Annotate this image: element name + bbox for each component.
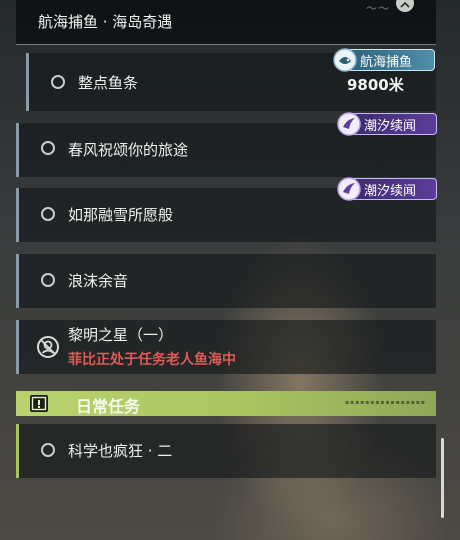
quest-item[interactable]: 黎明之星（一） 菲比正处于任务老人鱼海中	[16, 320, 436, 374]
quest-status-circle-icon	[41, 273, 55, 287]
quest-label: 整点鱼条	[78, 74, 139, 92]
quest-label: 浪沫余音	[68, 272, 129, 290]
quest-item-marker	[16, 123, 19, 177]
daily-quests-label: 日常任务	[76, 397, 141, 416]
quest-item-marker	[16, 320, 19, 374]
tidal-echo-icon	[337, 177, 361, 201]
quest-group-header[interactable]: 航海捕鱼 · 海岛奇遇 ～～	[16, 0, 436, 45]
scrollbar-thumb[interactable]	[441, 438, 444, 518]
daily-quests-header[interactable]: 日常任务 ▪▪▪▪▪▪▪▪▪▪▪▪▪▪▪▪	[16, 391, 436, 416]
quest-blocked-icon	[37, 336, 59, 358]
collapse-icon[interactable]	[396, 0, 414, 12]
daily-header-decoration: ▪▪▪▪▪▪▪▪▪▪▪▪▪▪▪▪	[344, 399, 426, 406]
quest-distance: 9800米	[347, 76, 404, 94]
quest-label: 科学也疯狂 · 二	[68, 442, 173, 460]
quest-tag-badge: 潮汐续闻	[337, 112, 437, 136]
tidal-echo-icon	[337, 112, 361, 136]
quest-item-marker	[16, 188, 19, 242]
quest-tag-label: 潮汐续闻	[364, 183, 417, 199]
quest-item[interactable]: 浪沫余音	[16, 254, 436, 308]
fishing-icon	[333, 48, 357, 72]
quest-item-marker	[16, 254, 19, 308]
quest-label: 黎明之星（一）	[68, 326, 174, 344]
quest-status-circle-icon	[51, 75, 65, 89]
daily-quest-item[interactable]: 科学也疯狂 · 二	[16, 424, 436, 478]
quest-item-marker	[26, 53, 29, 111]
quest-status-circle-icon	[41, 207, 55, 221]
quest-warning-text: 菲比正处于任务老人鱼海中	[68, 352, 236, 368]
quest-status-circle-icon	[41, 443, 55, 457]
header-decoration: ～～	[366, 2, 390, 15]
quest-label: 春风祝颂你的旅途	[68, 141, 189, 159]
quest-tag-label: 航海捕鱼	[360, 54, 413, 70]
quest-tag-badge: 潮汐续闻	[337, 177, 437, 201]
quest-group-title: 航海捕鱼 · 海岛奇遇	[38, 13, 173, 31]
exclamation-icon	[30, 395, 48, 412]
quest-tag-label: 潮汐续闻	[364, 118, 417, 134]
quest-item-marker	[16, 424, 19, 478]
quest-label: 如那融雪所愿般	[68, 206, 174, 224]
quest-tag-badge: 航海捕鱼	[333, 48, 435, 72]
quest-status-circle-icon	[41, 141, 55, 155]
